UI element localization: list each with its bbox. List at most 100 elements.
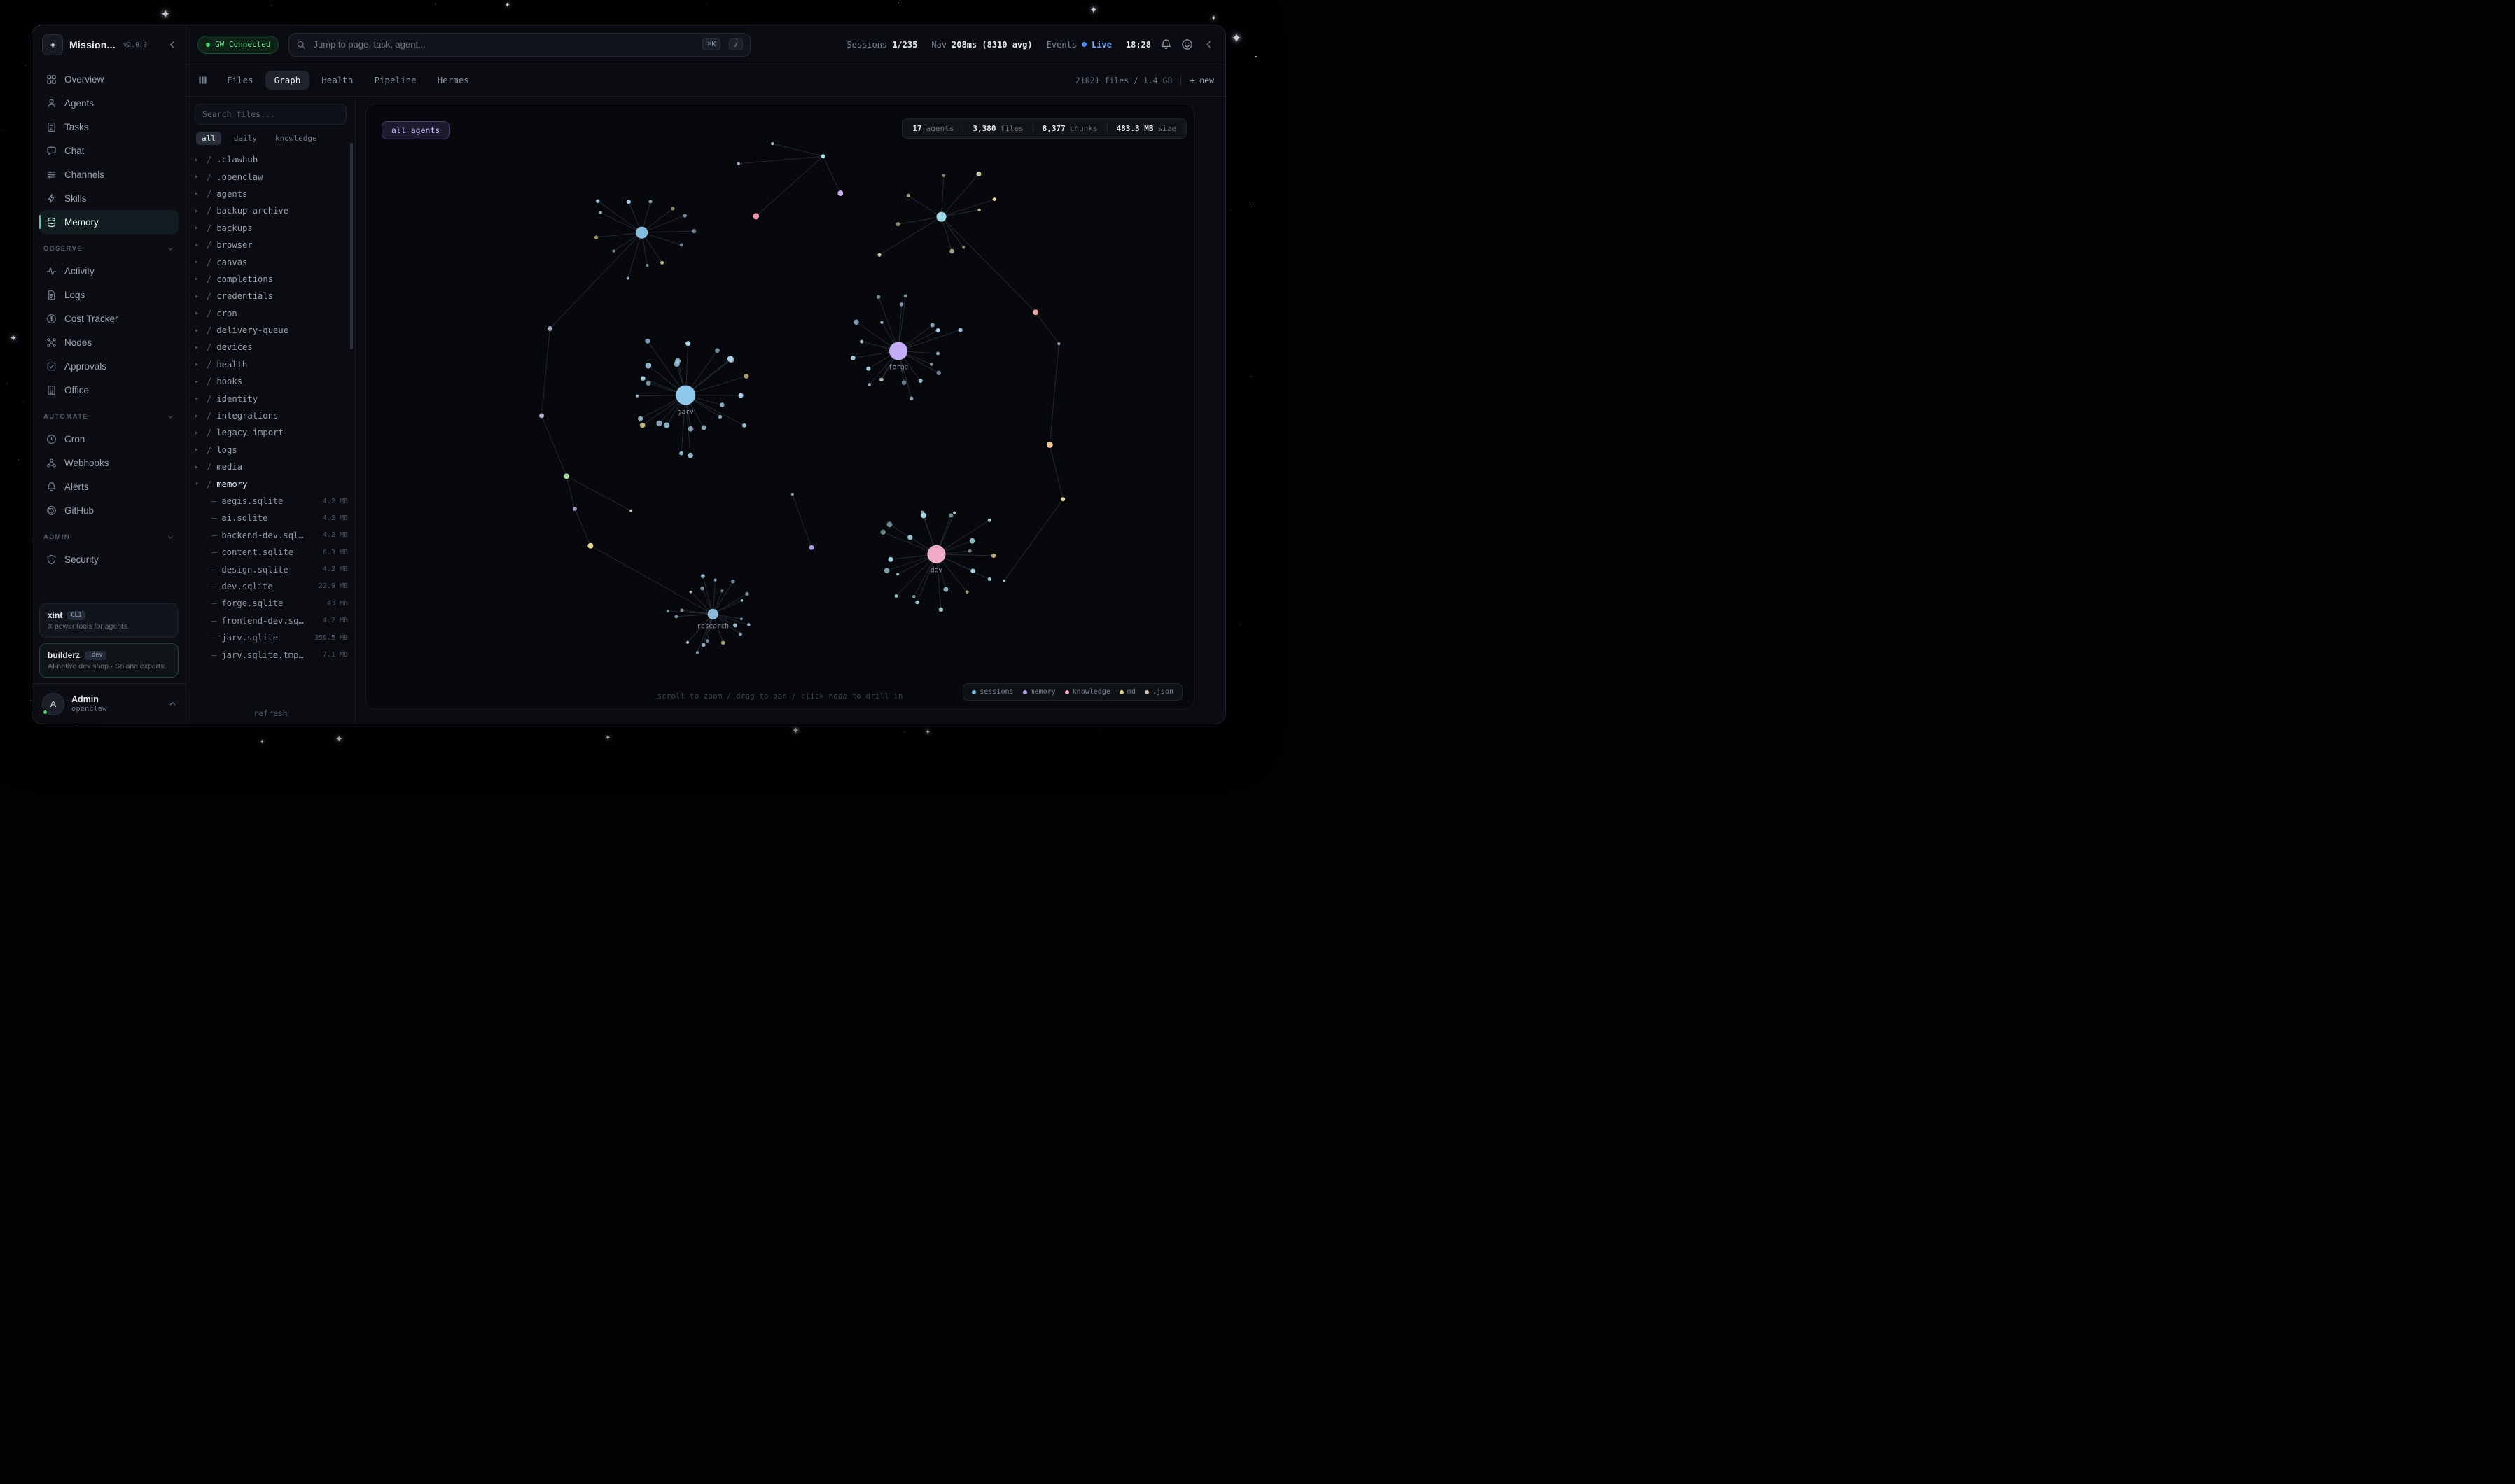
tree-folder[interactable]: ▸/devices [195,339,348,356]
tree-file[interactable]: –jarv.sqlite350.5 MB [195,629,348,646]
caret-icon: ▸ [195,293,202,300]
sidebar-item-overview[interactable]: Overview [39,67,179,91]
sidebar-card-xint[interactable]: xintCLIX power tools for agents. [39,603,179,638]
tree-folder[interactable]: ▸/media [195,458,348,475]
legend-dot [972,690,976,694]
sidebar-item-approvals[interactable]: Approvals [39,354,179,378]
sidebar-item-webhooks[interactable]: Webhooks [39,451,179,475]
sidebar-item-tasks[interactable]: Tasks [39,115,179,139]
tree-folder[interactable]: ▾/memory [195,475,348,492]
sidebar-item-memory[interactable]: Memory [39,210,179,234]
tree-folder[interactable]: ▸/backup-archive [195,202,348,219]
tree-folder[interactable]: ▸/logs [195,442,348,458]
card-badge: .dev [85,651,106,660]
search-input[interactable] [312,38,694,50]
section-header-observe[interactable]: OBSERVE [32,234,186,256]
topbar: GW Connected ⌘K / Sessions 1/235 Nav 208… [186,25,1225,64]
sidebar-item-label: Approvals [64,361,106,372]
path-prefix: / [207,428,211,438]
sidebar-cards: xintCLIX power tools for agents. builderz… [32,603,186,683]
global-search[interactable]: ⌘K / [288,33,751,57]
tree-file[interactable]: –backend-dev.sql…4.2 MB [195,527,348,544]
filter-daily[interactable]: daily [228,132,263,145]
tree-folder[interactable]: ▸/credentials [195,288,348,304]
file-search-input[interactable] [195,104,347,125]
sidebar-item-alerts[interactable]: Alerts [39,475,179,498]
tree-folder[interactable]: ▸/legacy-import [195,424,348,441]
tree-folder[interactable]: ▸/cron [195,305,348,322]
bell-icon[interactable] [1160,38,1172,50]
sidebar-item-logs[interactable]: Logs [39,283,179,307]
file-name: backend-dev.sql… [221,531,318,540]
gateway-status-badge[interactable]: GW Connected [197,36,279,54]
sidebar-item-channels[interactable]: Channels [39,162,179,186]
tree-folder[interactable]: ▸/identity [195,390,348,407]
sidebar-item-security[interactable]: Security [39,547,179,571]
divider [1180,76,1181,85]
section-header-admin[interactable]: ADMIN [32,522,186,545]
tab-hermes[interactable]: Hermes [429,71,478,90]
sidebar-item-cron[interactable]: Cron [39,427,179,451]
filter-all[interactable]: all [196,132,221,145]
legend-label: .json [1152,688,1173,696]
sidebar-item-skills[interactable]: Skills [39,186,179,210]
sidebar-item-label: Chat [64,146,85,156]
columns-icon[interactable] [197,75,208,85]
tree-folder[interactable]: ▸/backups [195,220,348,237]
user-menu[interactable]: A Admin openclaw [32,683,186,724]
sidebar-item-github[interactable]: GitHub [39,498,179,522]
tree-folder[interactable]: ▸/browser [195,237,348,253]
sidebar-nav: OverviewAgentsTasks Chat ChannelsSkillsMem… [32,64,186,234]
tab-graph[interactable]: Graph [265,71,310,90]
sidebar-item-cost-tracker[interactable]: Cost Tracker [39,307,179,330]
file-size: 7.1 MB [323,651,348,659]
tree-folder[interactable]: ▸/canvas [195,253,348,270]
new-button[interactable]: + new [1190,76,1214,85]
tree-folder[interactable]: ▸/integrations [195,407,348,424]
sidebar-item-activity[interactable]: Activity [39,259,179,283]
agents-filter-chip[interactable]: all agents [382,121,450,139]
scrollbar[interactable] [350,143,353,349]
tree-file[interactable]: –design.sqlite4.2 MB [195,561,348,578]
tree-folder[interactable]: ▸/delivery-queue [195,322,348,339]
tree-folder[interactable]: ▸/completions [195,271,348,288]
sidebar-item-office[interactable]: Office [39,378,179,402]
tree-file[interactable]: –ai.sqlite4.2 MB [195,510,348,526]
app-title: Mission... [69,39,116,50]
graph-panel[interactable]: jarvforgedevresearch all agents 17agents… [365,104,1194,710]
agent-network-graph[interactable]: jarvforgedevresearch [366,104,1194,709]
filter-knowledge[interactable]: knowledge [270,132,323,145]
legend-item-sessions: sessions [972,688,1013,696]
tree-file[interactable]: –forge.sqlite43 MB [195,595,348,612]
tree-file[interactable]: –frontend-dev.sq…4.2 MB [195,612,348,629]
tab-pipeline[interactable]: Pipeline [365,71,425,90]
tree-folder[interactable]: ▸/agents [195,186,348,202]
tree-file[interactable]: –content.sqlite6.3 MB [195,544,348,561]
sidebar-item-nodes[interactable]: Nodes [39,330,179,354]
legend-item-json: .json [1145,688,1173,696]
tree-file[interactable]: –dev.sqlite22.9 MB [195,578,348,595]
smiley-icon[interactable] [1181,38,1193,50]
tree-folder[interactable]: ▸/.openclaw [195,168,348,185]
sidebar-collapse-button[interactable] [167,40,177,50]
sessions-value: 1/235 [892,40,917,50]
sidebar-item-chat[interactable]: Chat [39,139,179,162]
tab-health[interactable]: Health [312,71,362,90]
tab-files[interactable]: Files [218,71,263,90]
tree-folder[interactable]: ▸/health [195,356,348,373]
main-area: GW Connected ⌘K / Sessions 1/235 Nav 208… [186,25,1225,724]
tree-folder[interactable]: ▸/hooks [195,373,348,390]
tree-file[interactable]: –jarv.sqlite.tmp…7.1 MB [195,646,348,663]
tree-folder[interactable]: ▸/.clawhub [195,151,348,168]
svg-text:dev: dev [931,567,942,575]
live-label[interactable]: Live [1092,40,1112,50]
sidebar-item-agents[interactable]: Agents [39,91,179,115]
tree-file[interactable]: –aegis.sqlite4.2 MB [195,493,348,510]
path-prefix: / [207,394,211,404]
section-header-automate[interactable]: AUTOMATE [32,402,186,424]
legend-dot [1145,690,1149,694]
panel-collapse-icon[interactable] [1204,39,1214,50]
sidebar-item-label: Logs [64,290,85,300]
refresh-button[interactable]: refresh [186,703,355,724]
sidebar-card-builderz[interactable]: builderz.devAI-native dev shop · Solana … [39,643,179,678]
